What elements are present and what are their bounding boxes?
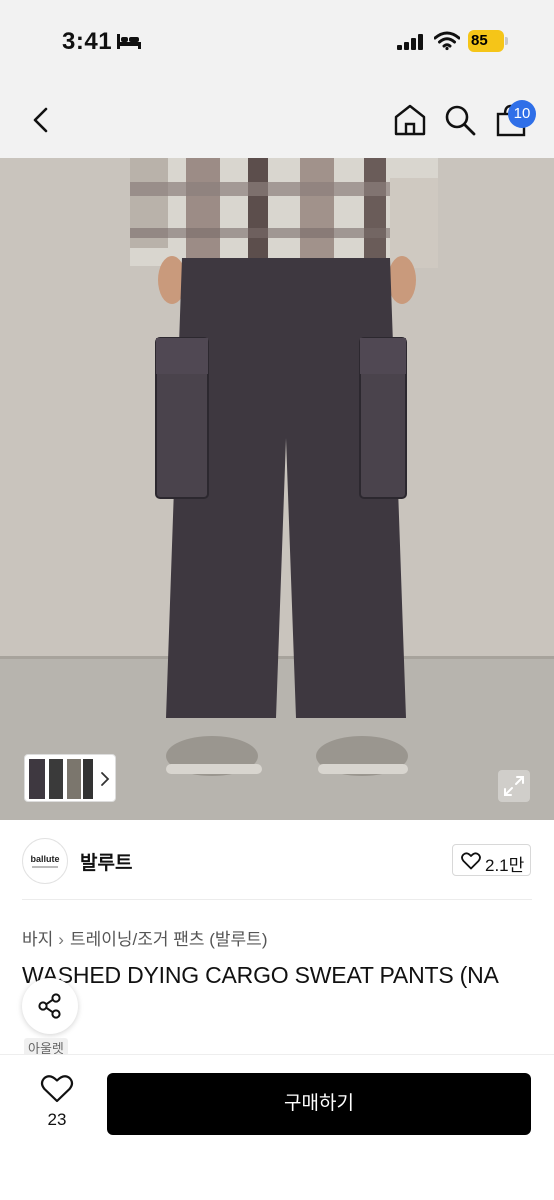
chevron-right-icon [101,772,110,786]
section-divider [22,899,532,900]
brand-like-button[interactable]: 2.1만 [452,844,531,876]
status-bar: 3:41 85 [0,0,554,82]
breadcrumb-subcategory[interactable]: 트레이닝/조거 팬츠 (발루트) [70,930,268,949]
image-thumbnail-strip[interactable] [24,754,116,802]
brand-logo[interactable]: ballute [22,838,68,884]
share-icon [38,993,61,1019]
battery-percent: 85 [471,32,488,49]
battery-indicator: 85 [468,30,508,52]
brand-logo-text: ballute [30,854,60,864]
search-icon[interactable] [442,100,478,140]
home-icon[interactable] [392,100,428,140]
share-button[interactable] [22,978,78,1034]
sleep-mode-icon [117,34,141,49]
heart-icon [40,1075,74,1103]
brand-like-count: 2.1만 [485,856,525,875]
heart-icon [461,852,481,870]
product-title: WASHED DYING CARGO SWEAT PANTS (NA [22,962,499,988]
breadcrumb-separator-icon: › [58,930,64,949]
cell-signal-icon [397,34,423,50]
product-photo [0,158,554,820]
buy-button[interactable]: 구매하기 [107,1073,531,1135]
wishlist-count: 23 [47,1110,67,1129]
brand-name[interactable]: 발루트 [80,848,132,875]
status-time: 3:41 [62,28,113,55]
breadcrumb-category[interactable]: 바지 [22,930,53,949]
back-chevron-icon[interactable] [22,100,62,140]
product-image[interactable] [0,158,554,820]
expand-icon[interactable] [498,770,530,802]
cart-count-badge: 10 [508,100,536,128]
breadcrumb: 바지 › 트레이닝/조거 팬츠 (발루트) [22,925,268,950]
wishlist-button[interactable]: 23 [36,1074,78,1134]
top-navigation [0,82,554,158]
wifi-icon [434,31,460,51]
